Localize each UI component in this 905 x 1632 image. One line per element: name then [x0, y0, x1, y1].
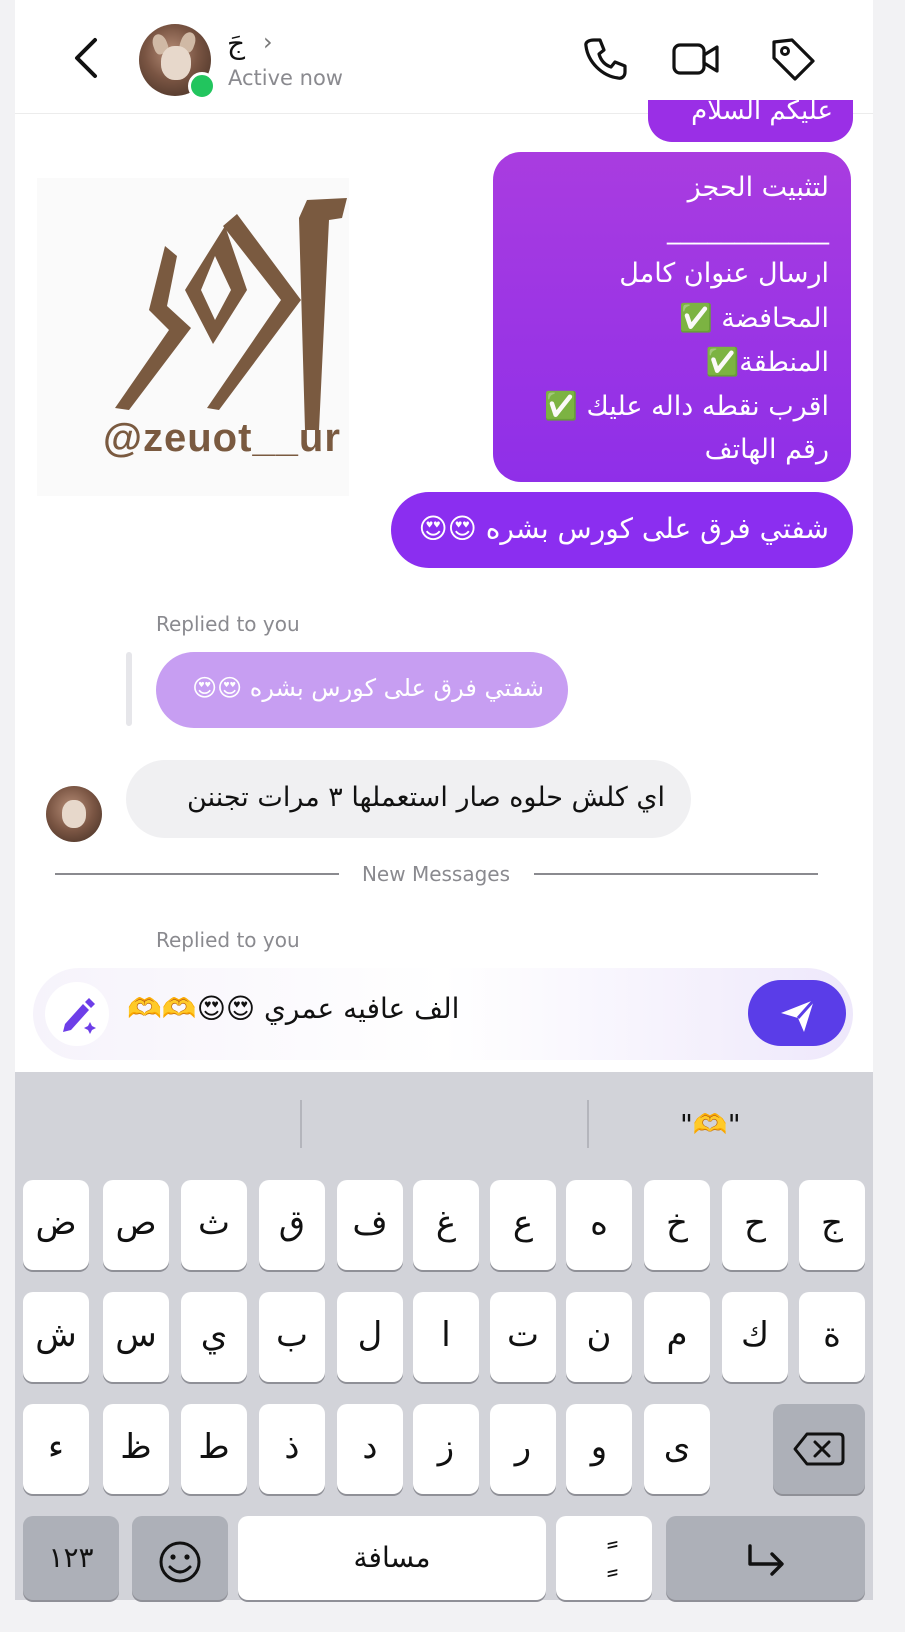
- keyboard-suggestion[interactable]: "🫶": [680, 1108, 741, 1141]
- message-line: المنطقة✅: [705, 347, 829, 378]
- sent-message-booking[interactable]: لتثبيت الحجز ____________ ارسال عنوان كا…: [493, 152, 851, 482]
- magic-pencil-icon: [63, 998, 96, 1034]
- key[interactable]: س: [103, 1292, 169, 1382]
- message-text: عليكم السلام: [691, 96, 833, 126]
- key[interactable]: ط: [181, 1404, 247, 1494]
- brand-logo-image[interactable]: @zeuot__ur: [37, 178, 349, 496]
- new-messages-divider: New Messages: [361, 862, 511, 886]
- key[interactable]: ش: [23, 1292, 89, 1382]
- key[interactable]: ل: [337, 1292, 403, 1382]
- key[interactable]: ف: [337, 1180, 403, 1270]
- suggestion-separator: [587, 1100, 589, 1148]
- quoted-text: شفتي فرق على كورس بشره 😍😍: [192, 674, 544, 702]
- key[interactable]: ب: [259, 1292, 325, 1382]
- key[interactable]: ق: [259, 1180, 325, 1270]
- divider-line: [55, 873, 339, 875]
- key[interactable]: ز: [413, 1404, 479, 1494]
- message-line: رقم الهاتف: [704, 434, 829, 465]
- divider-line: [534, 873, 818, 875]
- emoji-icon: [159, 1541, 201, 1583]
- message-line: لتثبيت الحجز: [687, 172, 829, 203]
- key[interactable]: ة: [799, 1292, 865, 1382]
- brand-handle: @zeuot__ur: [103, 416, 341, 460]
- numbers-key[interactable]: ١٢٣: [23, 1516, 119, 1600]
- backspace-key[interactable]: [773, 1404, 865, 1494]
- key[interactable]: ى: [644, 1404, 710, 1494]
- quoted-message[interactable]: شفتي فرق على كورس بشره 😍😍: [156, 652, 568, 728]
- video-camera-icon[interactable]: [671, 34, 721, 84]
- message-text: شفتي فرق على كورس بشره 😍😍: [418, 512, 829, 545]
- ai-write-button[interactable]: [45, 982, 109, 1046]
- key[interactable]: ي: [181, 1292, 247, 1382]
- key[interactable]: غ: [413, 1180, 479, 1270]
- received-message[interactable]: اي كلش حلوه صار استعملها ٣ مرات تجننن: [126, 760, 691, 838]
- key[interactable]: ه: [566, 1180, 632, 1270]
- return-icon: [748, 1544, 784, 1576]
- emoji-key[interactable]: [132, 1516, 228, 1600]
- diacritic-key[interactable]: ًٍ: [556, 1516, 652, 1600]
- key[interactable]: ج: [799, 1180, 865, 1270]
- send-icon: [781, 999, 816, 1032]
- reply-indicator-bar: [126, 652, 132, 726]
- brand-logo-mark: [115, 198, 347, 430]
- message-text: اي كلش حلوه صار استعملها ٣ مرات تجننن: [187, 782, 665, 813]
- key[interactable]: ص: [103, 1180, 169, 1270]
- key[interactable]: د: [337, 1404, 403, 1494]
- return-key[interactable]: [666, 1516, 865, 1600]
- replied-label: Replied to you: [156, 612, 300, 636]
- key[interactable]: م: [644, 1292, 710, 1382]
- backspace-icon: [793, 1432, 845, 1466]
- sender-avatar[interactable]: [46, 786, 102, 842]
- key[interactable]: ذ: [259, 1404, 325, 1494]
- tag-icon[interactable]: [768, 34, 818, 84]
- key[interactable]: ع: [490, 1180, 556, 1270]
- send-button[interactable]: [748, 980, 846, 1046]
- key[interactable]: ظ: [103, 1404, 169, 1494]
- key[interactable]: و: [566, 1404, 632, 1494]
- key[interactable]: ك: [722, 1292, 788, 1382]
- key[interactable]: ث: [181, 1180, 247, 1270]
- active-status: Active now: [228, 66, 343, 90]
- message-line: ____________: [667, 214, 829, 245]
- key[interactable]: ض: [23, 1180, 89, 1270]
- message-input[interactable]: الف عافيه عمري 😍😍🫶🫶: [127, 992, 547, 1025]
- online-indicator: [188, 72, 216, 100]
- key[interactable]: ح: [722, 1180, 788, 1270]
- back-arrow-icon[interactable]: [67, 32, 107, 84]
- message-line: ارسال عنوان كامل: [619, 258, 829, 289]
- key[interactable]: ت: [490, 1292, 556, 1382]
- message-line: اقرب نقطه داله عليك ✅: [544, 391, 829, 422]
- contact-name[interactable]: جَ: [227, 27, 245, 60]
- key[interactable]: ر: [490, 1404, 556, 1494]
- chevron-right-icon[interactable]: ›: [263, 28, 273, 56]
- replied-label: Replied to you: [156, 928, 300, 952]
- sent-message[interactable]: شفتي فرق على كورس بشره 😍😍: [391, 492, 853, 568]
- phone-icon[interactable]: [580, 34, 630, 84]
- sent-message-partial[interactable]: عليكم السلام: [648, 96, 853, 142]
- space-key[interactable]: مسافة: [238, 1516, 546, 1600]
- key[interactable]: خ: [644, 1180, 710, 1270]
- chat-screen: جَ › Active now عليكم السلام @zeuot__ur …: [15, 0, 873, 1072]
- key[interactable]: ء: [23, 1404, 89, 1494]
- key[interactable]: ا: [413, 1292, 479, 1382]
- key[interactable]: ن: [566, 1292, 632, 1382]
- suggestion-separator: [300, 1100, 302, 1148]
- message-line: المحافضة ✅: [679, 303, 829, 334]
